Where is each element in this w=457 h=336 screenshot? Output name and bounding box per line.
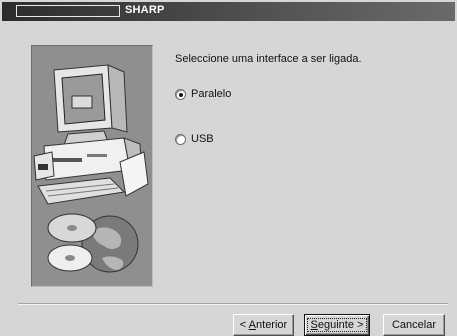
next-mnemonic: S bbox=[310, 319, 318, 331]
option-paralelo[interactable]: Paralelo bbox=[175, 88, 231, 100]
back-rest: nterior bbox=[256, 319, 288, 331]
usb-radio[interactable] bbox=[175, 133, 186, 145]
title-bar: SHARP bbox=[2, 2, 455, 21]
paralelo-radio[interactable] bbox=[175, 88, 186, 100]
back-prefix: < bbox=[239, 319, 249, 331]
next-focus-rect: Seguinte > bbox=[306, 318, 368, 332]
setup-illustration bbox=[31, 45, 153, 287]
cancel-button[interactable]: Cancelar bbox=[383, 314, 445, 336]
next-button[interactable]: Seguinte > bbox=[304, 314, 370, 336]
usb-label: USB bbox=[191, 133, 214, 145]
interface-prompt: Seleccione uma interface a ser ligada. bbox=[175, 53, 362, 65]
back-mnemonic: A bbox=[248, 319, 257, 331]
option-usb[interactable]: USB bbox=[175, 133, 214, 145]
title-progress-box bbox=[16, 5, 120, 17]
computer-illustration-icon bbox=[33, 64, 149, 273]
title-text: SHARP bbox=[125, 4, 165, 16]
next-rest: eguinte > bbox=[317, 319, 364, 331]
setup-dialog: SHARP Seleccione uma interface a ser lig… bbox=[0, 0, 457, 336]
back-button[interactable]: < Anterior bbox=[233, 314, 294, 336]
footer-separator bbox=[18, 303, 448, 305]
paralelo-label: Paralelo bbox=[191, 88, 232, 100]
